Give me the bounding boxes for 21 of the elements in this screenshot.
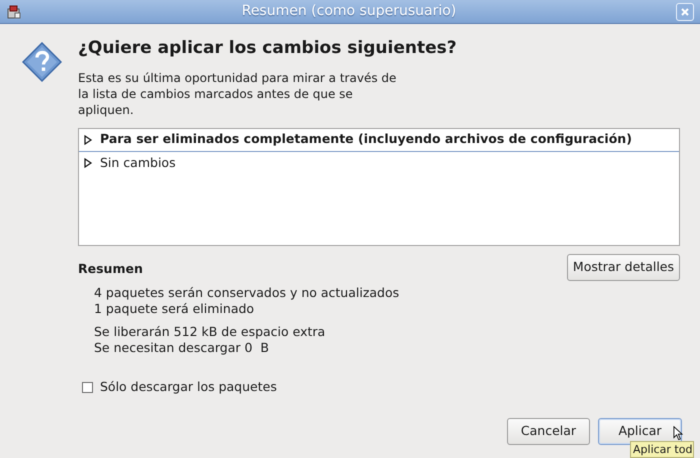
window-title: Resumen (como superusuario) — [240, 2, 458, 21]
dialog-heading: ¿Quiere aplicar los cambios siguientes? — [78, 37, 457, 60]
summary-line: 1 paquete será eliminado — [94, 301, 256, 318]
details-button[interactable]: Mostrar detalles — [566, 254, 680, 280]
cancel-button[interactable]: Cancelar — [507, 418, 590, 445]
tooltip: Aplicar tod — [630, 441, 694, 458]
summary-line: Se liberarán 512 kB de espacio extra — [94, 324, 326, 340]
expander-right-icon[interactable] — [83, 158, 93, 168]
expander-right-icon[interactable] — [83, 134, 93, 144]
dialog-description: Esta es su última oportunidad para mirar a través de la lista de cambios marcados antes de que se apliquen. — [78, 70, 398, 118]
mouse-cursor-icon — [673, 426, 683, 441]
checkbox-label[interactable]: Sólo descargar los paquetes — [100, 378, 277, 397]
summary-line: Se necesitan descargar 0 B — [94, 340, 270, 356]
summary-line: 4 paquetes serán conservados y no actualizados — [94, 285, 400, 302]
tree-row[interactable]: Sin cambios — [79, 152, 679, 174]
app-icon — [6, 4, 22, 20]
close-icon — [680, 6, 690, 16]
summary-heading: Resumen — [78, 260, 144, 278]
question-icon — [22, 42, 62, 84]
checkbox[interactable] — [82, 382, 93, 394]
tree-row[interactable]: Para ser eliminados completamente (incluyendo archivos de configuración) — [79, 128, 679, 152]
